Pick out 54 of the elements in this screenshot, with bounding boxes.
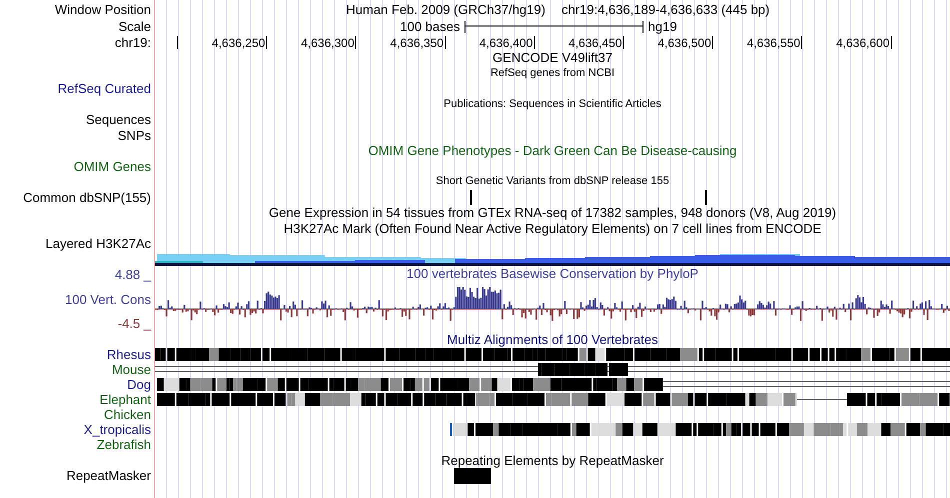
- track-title: H3K27Ac Mark (Often Found Near Active Regulatory Elements) on 7 cell lines from ENCODE: [284, 220, 822, 236]
- track-label[interactable]: SNPs: [118, 128, 151, 143]
- species-label[interactable]: Rhesus: [106, 347, 151, 362]
- assembly-name: Human Feb. 2009 (GRCh37/hg19): [346, 2, 546, 16]
- track-label[interactable]: Layered H3K27Ac: [45, 236, 151, 251]
- track-title: Short Genetic Variants from dbSNP release 155: [436, 175, 670, 188]
- track-title: RefSeq genes from NCBI: [490, 66, 615, 79]
- ruler-tick: [890, 36, 892, 49]
- ruler-tick: [712, 36, 714, 49]
- track-label[interactable]: RepeatMasker: [66, 468, 151, 483]
- ruler-label: 4,636,300: [300, 36, 356, 50]
- row-label: Scale: [118, 19, 151, 34]
- ruler-tick: [801, 36, 802, 49]
- ruler-tick: [266, 36, 268, 49]
- track-title: 100 vertebrates Basewise Conservation by PhyloP: [406, 266, 698, 281]
- species-label[interactable]: X_tropicalis: [84, 422, 151, 437]
- species-label[interactable]: Dog: [127, 377, 151, 392]
- ruler-tick: [444, 36, 446, 49]
- track-title: Repeating Elements by RepeatMasker: [441, 452, 664, 468]
- row-label: Window Position: [54, 2, 151, 16]
- track-title: Multiz Alignments of 100 Vertebrates: [446, 332, 658, 347]
- track-title: OMIM Gene Phenotypes - Dark Green Can Be Disease-causing: [368, 143, 737, 158]
- species-label[interactable]: Zebrafish: [96, 437, 151, 452]
- track-label[interactable]: Sequences: [86, 112, 151, 128]
- species-label[interactable]: Mouse: [112, 362, 151, 377]
- ruler-label: 4,636,250: [212, 36, 266, 50]
- variant-mark: [470, 190, 472, 204]
- repeat-element-bar: [454, 468, 491, 484]
- assembly-label: hg19: [648, 19, 677, 34]
- track-title: Publications: Sequences in Scientific Articles: [444, 98, 662, 110]
- species-label[interactable]: Chicken: [104, 407, 151, 422]
- ruler-tick: [177, 36, 178, 49]
- track-label[interactable]: 100 Vert. Cons: [65, 292, 151, 306]
- track-title: GENCODE V49lift37: [492, 50, 612, 66]
- row-label: chr19:: [114, 35, 151, 50]
- track-label[interactable]: RefSeq Curated: [58, 81, 151, 96]
- species-label[interactable]: Elephant: [100, 392, 151, 407]
- variant-mark: [705, 190, 707, 204]
- track-title: Gene Expression in 54 tissues from GTEx RNA-seq of 17382 samples, 948 donors (V8, Aug 2019): [268, 205, 836, 220]
- ruler-label: 4,636,350: [390, 36, 445, 50]
- ruler-tick: [622, 36, 624, 49]
- axis-max-label: 4.88 _: [114, 267, 151, 282]
- ruler-tick: [355, 36, 356, 49]
- ruler-label: 4,636,400: [479, 36, 534, 50]
- ruler-label: 4,636,500: [658, 36, 712, 50]
- position-range: chr19:4,636,189-4,636,633 (445 bp): [561, 2, 770, 16]
- track-label[interactable]: OMIM Genes: [74, 158, 151, 174]
- ruler-label: 4,636,450: [568, 36, 623, 50]
- track-label[interactable]: Common dbSNP(155): [23, 190, 151, 205]
- scale-length: 100 bases: [400, 19, 460, 34]
- axis-min-label: -4.5 _: [118, 316, 151, 331]
- ruler-label: 4,636,600: [836, 36, 890, 50]
- ruler-label: 4,636,550: [746, 36, 802, 50]
- ruler-tick: [534, 36, 535, 49]
